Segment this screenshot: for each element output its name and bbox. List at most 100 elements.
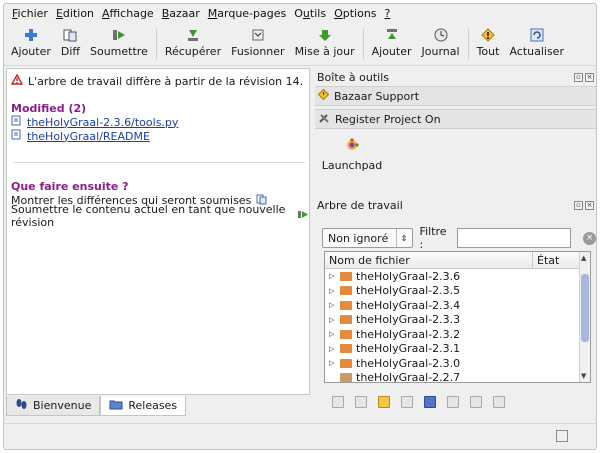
all-button[interactable]: Tout	[472, 24, 505, 64]
toolbox-item-support[interactable]: Bazaar Support	[315, 86, 596, 106]
merge-button[interactable]: Fusionner	[226, 24, 289, 64]
modified-file-link[interactable]: theHolyGraal-2.3.6/tools.py	[11, 115, 178, 129]
push-up-icon	[384, 27, 400, 43]
tree-row[interactable]: ▷ theHolyGraal-2.3.1	[325, 342, 590, 357]
folder-icon	[340, 271, 352, 281]
scroll-up-icon[interactable]: ▲	[581, 254, 586, 262]
worktree-toolbar	[332, 396, 505, 408]
pull-button[interactable]: Récupérer	[160, 24, 226, 64]
diamond-icon	[480, 27, 496, 43]
tree-row[interactable]: ▷ theHolyGraal-2.3.3	[325, 313, 590, 328]
diff-button[interactable]: Diff	[56, 24, 85, 64]
status-icon[interactable]	[556, 430, 568, 442]
expand-arrow-icon[interactable]: ▷	[329, 287, 336, 295]
menubar: Fichier Edition Affichage Bazaar Marque-…	[4, 4, 596, 24]
modified-file-list: theHolyGraal-2.3.6/tools.py theHolyGraal…	[11, 115, 178, 143]
toolbar-separator	[362, 28, 364, 60]
menu-marque-pages[interactable]: Marque-pages	[204, 4, 290, 24]
toolbox-header: Boîte à outils ▫ ×	[314, 69, 596, 85]
next-steps-list: Montrer les différences qui seront soumi…	[11, 193, 309, 229]
column-header-state[interactable]: État	[533, 252, 559, 268]
menu-help[interactable]: ?	[381, 4, 395, 24]
split-right-icon[interactable]	[493, 396, 505, 408]
float-panel-button[interactable]: ▫	[574, 200, 583, 210]
expand-arrow-icon[interactable]: ▷	[329, 301, 336, 309]
toolbox-item-register[interactable]: Register Project On	[315, 109, 596, 129]
tree-row[interactable]: ▷ theHolyGraal-2.3.6	[325, 269, 590, 284]
expand-arrow-icon[interactable]: ▷	[329, 316, 336, 324]
scroll-down-icon[interactable]: ▼	[581, 372, 586, 380]
commit-arrow-icon	[297, 209, 309, 223]
filter-input[interactable]	[457, 228, 572, 248]
notice-text: L'arbre de travail diffère à partir de l…	[28, 74, 304, 88]
commit-arrow-icon	[111, 27, 127, 43]
tab-welcome[interactable]: Bienvenue	[6, 396, 101, 416]
submit-button[interactable]: Soumettre	[85, 24, 153, 64]
folder-icon	[340, 286, 352, 296]
tree-scrollbar[interactable]: ▲ ▼	[579, 252, 590, 382]
split-left-icon[interactable]	[470, 396, 482, 408]
add-branch-button[interactable]: Ajouter	[367, 24, 417, 64]
folder-icon	[340, 315, 352, 325]
worktree-file-tree: Nom de fichier État ▷ theHolyGraal-2.3.6 …	[324, 251, 591, 383]
scroll-thumb[interactable]	[581, 274, 589, 342]
menu-fichier[interactable]: Fichier	[8, 4, 52, 24]
folder-icon	[109, 399, 123, 413]
diff-icon	[62, 27, 78, 43]
expand-arrow-icon[interactable]: ▷	[329, 359, 336, 367]
folder-icon	[340, 329, 352, 339]
status-bar	[4, 423, 596, 449]
expand-arrow-icon[interactable]: ▷	[329, 330, 336, 338]
float-panel-button[interactable]: ▫	[574, 72, 583, 82]
edit-icon[interactable]	[355, 396, 367, 408]
warning-icon	[10, 73, 24, 88]
tree-row[interactable]: theHolyGraal-2.2.7	[325, 371, 590, 382]
add-button[interactable]: Ajouter	[6, 24, 56, 64]
menu-edition[interactable]: Edition	[52, 4, 98, 24]
menu-options[interactable]: Options	[330, 4, 380, 24]
expand-arrow-icon[interactable]: ▷	[329, 345, 336, 353]
tree-row[interactable]: ▷ theHolyGraal-2.3.4	[325, 298, 590, 313]
next-steps-title: Que faire ensuite ?	[11, 180, 129, 193]
commit-action[interactable]: Soumettre le contenu actuel en tant que …	[11, 203, 309, 229]
log-button[interactable]: Journal	[417, 24, 465, 64]
folder-icon	[340, 344, 352, 354]
toolbox-title: Boîte à outils	[317, 70, 390, 84]
close-panel-button[interactable]: ×	[585, 200, 594, 210]
document-tabs: Bienvenue Releases	[6, 396, 310, 416]
close-panel-button[interactable]: ×	[585, 72, 594, 82]
ignore-filter-select[interactable]: Non ignoré ⇕	[322, 228, 413, 248]
menu-affichage[interactable]: Affichage	[98, 4, 158, 24]
folder-icon[interactable]	[424, 396, 436, 408]
chevron-updown-icon: ⇕	[395, 229, 412, 247]
menu-bazaar[interactable]: Bazaar	[158, 4, 204, 24]
refresh-button[interactable]: Actualiser	[504, 24, 569, 64]
launchpad-item[interactable]: Launchpad	[322, 138, 382, 172]
folder-icon	[340, 358, 352, 368]
clear-filter-icon[interactable]: ×	[583, 231, 596, 245]
plus-icon	[23, 27, 39, 43]
launchpad-icon	[345, 138, 359, 155]
tree-row[interactable]: ▷ theHolyGraal-2.3.0	[325, 356, 590, 371]
clock-icon	[433, 27, 449, 43]
modified-file-link[interactable]: theHolyGraal/README	[11, 129, 178, 143]
main-toolbar: Ajouter Diff Soumettre Récupérer Fusionn…	[4, 24, 596, 66]
archive-icon[interactable]	[378, 396, 390, 408]
folder-icon	[340, 300, 352, 310]
menu-outils[interactable]: Outils	[290, 4, 330, 24]
worktree-title: Arbre de travail	[317, 198, 403, 212]
column-header-name[interactable]: Nom de fichier	[325, 252, 533, 268]
app-window: Fichier Edition Affichage Bazaar Marque-…	[3, 3, 597, 450]
new-file-icon[interactable]	[401, 396, 413, 408]
tree-row[interactable]: ▷ theHolyGraal-2.3.5	[325, 284, 590, 299]
diamond-icon	[317, 88, 330, 103]
tree-row[interactable]: ▷ theHolyGraal-2.3.2	[325, 327, 590, 342]
expand-arrow-icon[interactable]: ▷	[329, 272, 336, 280]
tree-header: Nom de fichier État	[325, 252, 590, 269]
worktree-header: Arbre de travail ▫ ×	[314, 197, 596, 213]
update-button[interactable]: Mise à jour	[290, 24, 360, 64]
tab-releases[interactable]: Releases	[100, 396, 187, 416]
search-icon[interactable]	[447, 396, 459, 408]
status-pane: L'arbre de travail diffère à partir de l…	[6, 68, 310, 395]
open-icon[interactable]	[332, 396, 344, 408]
